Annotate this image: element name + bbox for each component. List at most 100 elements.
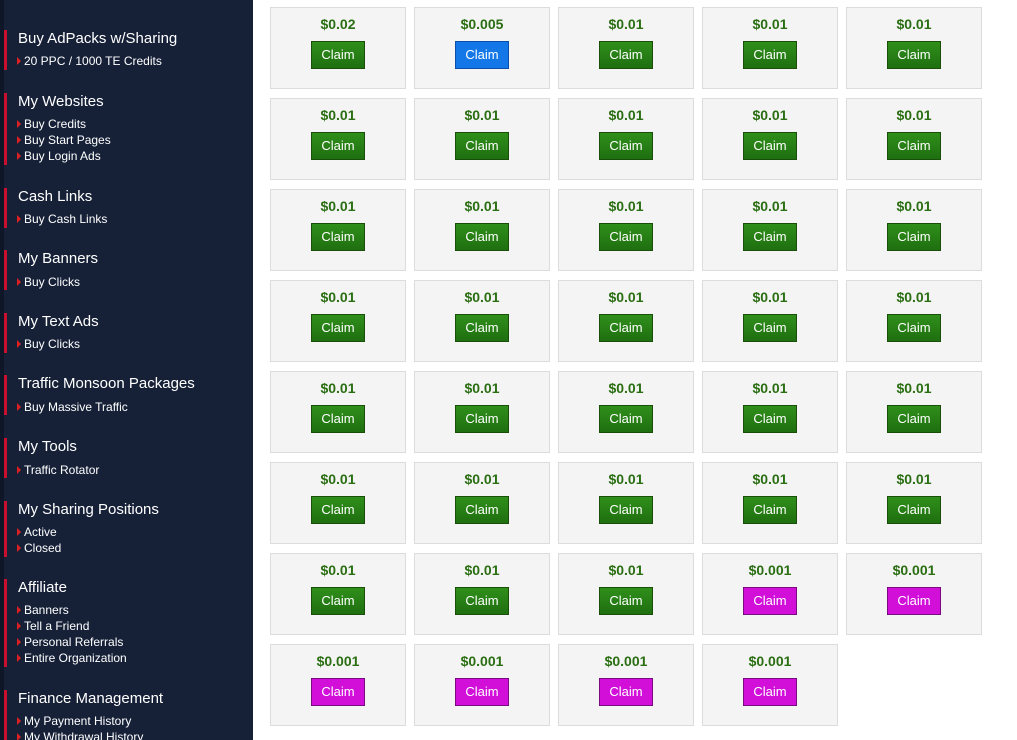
claim-card: $0.01 Claim xyxy=(702,98,838,180)
claim-button[interactable]: Claim xyxy=(455,314,509,342)
link-label: Buy Clicks xyxy=(24,275,81,289)
sidebar-link-buy-credits[interactable]: Buy Credits xyxy=(17,117,86,131)
claim-button[interactable]: Claim xyxy=(887,223,941,251)
claim-button[interactable]: Claim xyxy=(743,314,797,342)
link-label: Traffic Rotator xyxy=(24,463,100,477)
claim-amount: $0.01 xyxy=(320,562,356,578)
claim-button[interactable]: Claim xyxy=(743,587,797,615)
claim-amount: $0.01 xyxy=(320,198,356,214)
claim-button[interactable]: Claim xyxy=(311,223,365,251)
claim-amount: $0.01 xyxy=(464,380,500,396)
arrow-icon xyxy=(17,544,21,552)
claim-button[interactable]: Claim xyxy=(743,132,797,160)
claim-card: $0.01 Claim xyxy=(846,462,982,544)
claim-button[interactable]: Claim xyxy=(887,405,941,433)
claim-button[interactable]: Claim xyxy=(311,587,365,615)
claim-button[interactable]: Claim xyxy=(599,314,653,342)
claim-button[interactable]: Claim xyxy=(743,496,797,524)
claim-button[interactable]: Claim xyxy=(455,678,509,706)
link-label: Buy Clicks xyxy=(24,337,81,351)
sidebar-link-20-ppc[interactable]: 20 PPC / 1000 TE Credits xyxy=(17,54,162,68)
claim-amount: $0.02 xyxy=(320,16,356,32)
claim-button[interactable]: Claim xyxy=(599,587,653,615)
sidebar-link-tell-a-friend[interactable]: Tell a Friend xyxy=(17,619,89,633)
sidebar-link-buy-login-ads[interactable]: Buy Login Ads xyxy=(17,149,101,163)
claim-button[interactable]: Claim xyxy=(599,405,653,433)
claim-card: $0.01 Claim xyxy=(558,280,694,362)
claim-button[interactable]: Claim xyxy=(887,132,941,160)
claim-button[interactable]: Claim xyxy=(311,132,365,160)
claim-card: $0.01 Claim xyxy=(846,7,982,89)
claim-button[interactable]: Claim xyxy=(455,496,509,524)
claim-button[interactable]: Claim xyxy=(887,314,941,342)
arrow-icon xyxy=(17,152,21,160)
claim-button[interactable]: Claim xyxy=(743,41,797,69)
claim-button[interactable]: Claim xyxy=(887,41,941,69)
sidebar-link-payment-history[interactable]: My Payment History xyxy=(17,714,131,728)
claim-button[interactable]: Claim xyxy=(311,405,365,433)
claim-amount: $0.001 xyxy=(892,562,936,578)
claim-button[interactable]: Claim xyxy=(599,41,653,69)
claim-button[interactable]: Claim xyxy=(311,41,365,69)
sidebar-link-textad-buy-clicks[interactable]: Buy Clicks xyxy=(17,337,81,351)
link-label: Banners xyxy=(24,603,69,617)
claim-card: $0.01 Claim xyxy=(270,189,406,271)
claim-button[interactable]: Claim xyxy=(599,496,653,524)
claim-button[interactable]: Claim xyxy=(743,678,797,706)
claim-button[interactable]: Claim xyxy=(599,223,653,251)
sidebar-link-buy-cash-links[interactable]: Buy Cash Links xyxy=(17,212,107,226)
claim-card: $0.01 Claim xyxy=(558,553,694,635)
arrow-icon xyxy=(17,403,21,411)
claim-button[interactable]: Claim xyxy=(743,223,797,251)
sidebar-link-closed[interactable]: Closed xyxy=(17,541,61,555)
claim-card: $0.01 Claim xyxy=(414,553,550,635)
arrow-icon xyxy=(17,638,21,646)
link-label: Buy Massive Traffic xyxy=(24,400,128,414)
claim-button[interactable]: Claim xyxy=(311,678,365,706)
section-accent-bar xyxy=(4,438,7,478)
sidebar-link-personal-referrals[interactable]: Personal Referrals xyxy=(17,635,123,649)
section-accent-bar xyxy=(4,30,7,70)
claim-button[interactable]: Claim xyxy=(887,587,941,615)
claim-button[interactable]: Claim xyxy=(599,132,653,160)
claim-amount: $0.01 xyxy=(320,289,356,305)
sidebar-link-entire-organization[interactable]: Entire Organization xyxy=(17,651,127,665)
sidebar-link-traffic-rotator[interactable]: Traffic Rotator xyxy=(17,463,100,477)
claim-card: $0.01 Claim xyxy=(414,371,550,453)
claim-amount: $0.01 xyxy=(896,289,932,305)
link-label: Active xyxy=(24,525,57,539)
claim-button[interactable]: Claim xyxy=(455,41,509,69)
claim-button[interactable]: Claim xyxy=(311,496,365,524)
claim-button[interactable]: Claim xyxy=(311,314,365,342)
section-title-cash-links: Cash Links xyxy=(18,188,93,205)
claim-button[interactable]: Claim xyxy=(887,496,941,524)
section-title-websites: My Websites xyxy=(18,93,104,110)
sidebar-link-banners[interactable]: Banners xyxy=(17,603,69,617)
sidebar-link-buy-start-pages[interactable]: Buy Start Pages xyxy=(17,133,111,147)
section-accent-bar xyxy=(4,375,7,415)
claim-amount: $0.01 xyxy=(752,198,788,214)
section-title-banners: My Banners xyxy=(18,250,99,267)
arrow-icon xyxy=(17,622,21,630)
claim-button[interactable]: Claim xyxy=(599,678,653,706)
claim-amount: $0.001 xyxy=(748,653,792,669)
claim-button[interactable]: Claim xyxy=(455,223,509,251)
section-accent-bar xyxy=(4,579,7,667)
claim-amount: $0.01 xyxy=(464,198,500,214)
claim-button[interactable]: Claim xyxy=(455,132,509,160)
claim-amount: $0.005 xyxy=(460,16,504,32)
claim-button[interactable]: Claim xyxy=(455,587,509,615)
claim-button[interactable]: Claim xyxy=(743,405,797,433)
sidebar-link-banner-buy-clicks[interactable]: Buy Clicks xyxy=(17,275,81,289)
section-accent-bar xyxy=(4,250,7,290)
claim-card: $0.01 Claim xyxy=(702,7,838,89)
sidebar-link-withdrawal-history[interactable]: My Withdrawal History xyxy=(17,730,143,740)
arrow-icon xyxy=(17,340,21,348)
sidebar-link-buy-massive-traffic[interactable]: Buy Massive Traffic xyxy=(17,400,128,414)
arrow-icon xyxy=(17,278,21,286)
section-title-affiliate: Affiliate xyxy=(18,579,67,596)
sidebar-link-active[interactable]: Active xyxy=(17,525,57,539)
claim-card: $0.01 Claim xyxy=(270,371,406,453)
claim-card: $0.001 Claim xyxy=(702,644,838,726)
claim-button[interactable]: Claim xyxy=(455,405,509,433)
